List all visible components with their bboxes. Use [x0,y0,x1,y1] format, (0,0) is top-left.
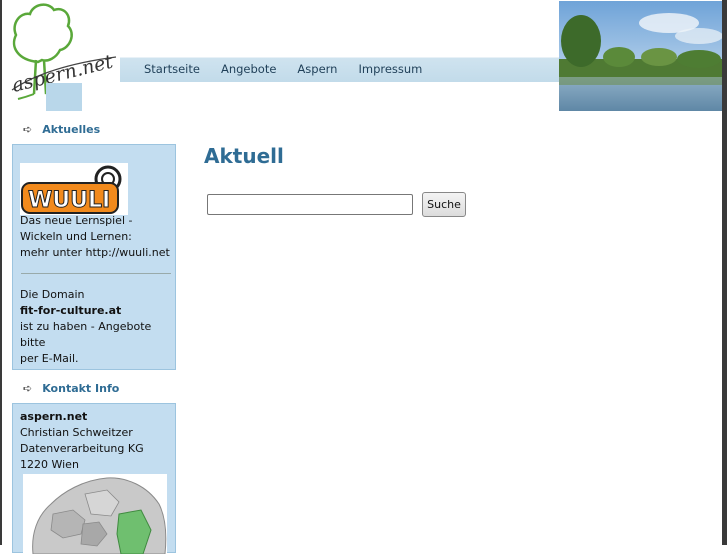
nav-angebote[interactable]: Angebote [221,62,276,76]
nav-aspern[interactable]: Aspern [297,62,337,76]
text-line: Christian Schweitzer [20,426,133,439]
text-line: 1220 Wien [20,458,79,471]
nav-impressum[interactable]: Impressum [358,62,422,76]
search-button[interactable]: Suche [422,192,466,217]
page-header: aspern.net Startseite Angebote Aspern Im… [2,0,722,112]
text-line: Die Domain [20,288,85,301]
text-line: Datenverarbeitung KG [20,442,144,455]
arrow-right-icon: ➪ [23,123,33,136]
sidebar-heading-label: Aktuelles [42,123,101,136]
wuuli-description: Das neue Lernspiel - Wickeln und Lernen:… [20,213,170,261]
wuuli-logo[interactable]: WUULI [20,163,128,215]
main-nav: Startseite Angebote Aspern Impressum [144,62,422,76]
window-frame-right [722,0,727,545]
text-line: Wickeln und Lernen: [20,230,132,243]
wuuli-logo-text: WUULI [28,188,110,213]
sidebar-heading-kontakt[interactable]: ➪ Kontakt Info [23,382,119,395]
vienna-map-image [23,474,167,554]
search-input[interactable] [207,194,413,215]
text-line: Das neue Lernspiel - [20,214,133,227]
divider [21,273,171,274]
contact-details: aspern.net Christian Schweitzer Datenver… [20,409,144,473]
sidebar-heading-label: Kontakt Info [42,382,120,395]
logo-accent-block [46,83,82,111]
domain-offer: Die Domain fit-for-culture.at ist zu hab… [20,287,175,367]
text-line: mehr unter http://wuuli.net [20,246,170,259]
nav-startseite[interactable]: Startseite [144,62,200,76]
sidebar-heading-aktuelles[interactable]: ➪ Aktuelles [23,123,100,136]
header-landscape-photo [559,1,722,111]
text-line: ist zu haben - Angebote bitte [20,320,152,349]
domain-name: fit-for-culture.at [20,304,122,317]
contact-box: aspern.net Christian Schweitzer Datenver… [12,403,176,554]
text-line: per E-Mail. [20,352,79,365]
company-name: aspern.net [20,410,88,423]
news-box: WUULI Das neue Lernspiel - Wickeln und L… [12,144,176,370]
arrow-right-icon: ➪ [23,382,33,395]
page-title: Aktuell [204,144,284,168]
